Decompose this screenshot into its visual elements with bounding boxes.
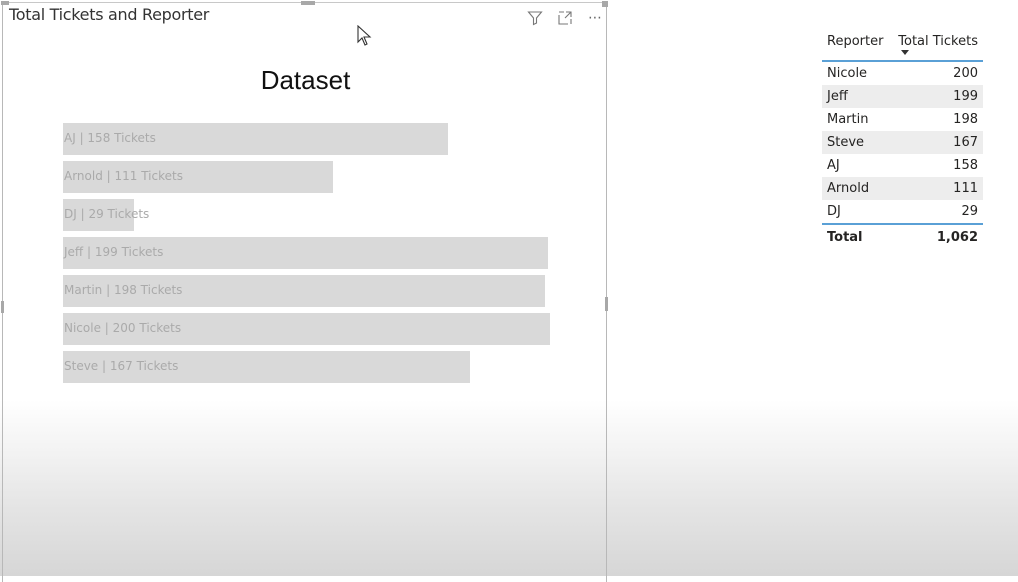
cell-total-tickets: 111 [953, 181, 978, 196]
column-header-total-tickets[interactable]: Total Tickets [898, 30, 983, 55]
resize-handle-top-left[interactable] [1, 1, 9, 5]
resize-handle-top-right[interactable] [602, 1, 608, 7]
cell-reporter: Jeff [827, 89, 848, 104]
table-row[interactable]: Martin 198 [822, 108, 983, 131]
table-row[interactable]: Steve 167 [822, 131, 983, 154]
bar-label: Martin | 198 Tickets [64, 283, 183, 297]
cell-total-tickets: 29 [961, 204, 978, 219]
bar-label: AJ | 158 Tickets [64, 131, 156, 145]
filter-icon[interactable] [526, 9, 544, 27]
bar-label: DJ | 29 Tickets [64, 207, 150, 221]
more-options-icon[interactable]: ⋯ [586, 9, 604, 27]
reporter-table[interactable]: Reporter Total Tickets Nicole 200 Jeff 199 M… [822, 30, 983, 249]
cell-total-tickets: 158 [953, 158, 978, 173]
cell-total-tickets: 200 [953, 66, 978, 81]
bar-label: Nicole | 200 Tickets [64, 321, 182, 335]
mouse-cursor-icon [357, 24, 373, 51]
table-row[interactable]: Nicole 200 [822, 62, 983, 85]
cell-reporter: Steve [827, 135, 865, 150]
cell-total-tickets: 199 [953, 89, 978, 104]
column-header-total-tickets-label: Total Tickets [898, 34, 978, 49]
cell-reporter: Nicole [827, 66, 868, 81]
table-body: Nicole 200 Jeff 199 Martin 198 Steve 167 AJ 158 Ar… [822, 62, 983, 223]
focus-mode-icon[interactable] [556, 9, 574, 27]
visual-header-icons: ⋯ [526, 9, 604, 27]
cell-reporter: AJ [827, 158, 840, 173]
table-header: Reporter Total Tickets [822, 30, 983, 62]
table-row[interactable]: AJ 158 [822, 154, 983, 177]
table-row[interactable]: Arnold 111 [822, 177, 983, 200]
resize-handle-left[interactable] [1, 301, 4, 313]
sort-descending-icon [901, 50, 910, 55]
table-row[interactable]: Jeff 199 [822, 85, 983, 108]
bar-label: Arnold | 111 Tickets [64, 169, 183, 183]
cell-total-tickets: 167 [953, 135, 978, 150]
column-header-reporter[interactable]: Reporter [822, 30, 883, 49]
cell-total-tickets: 198 [953, 112, 978, 127]
table-row[interactable]: DJ 29 [822, 200, 983, 223]
resize-handle-top[interactable] [301, 1, 315, 5]
total-label: Total [827, 229, 863, 245]
total-value: 1,062 [936, 229, 978, 245]
visual-title: Total Tickets and Reporter [9, 5, 210, 24]
resize-handle-right[interactable] [605, 297, 608, 311]
cell-reporter: DJ [827, 204, 841, 219]
chart-title: Dataset [260, 65, 351, 95]
bar-label: Steve | 167 Tickets [64, 359, 179, 373]
cell-reporter: Arnold [827, 181, 870, 196]
bar-chart-visual[interactable]: Total Tickets and Reporter ⋯ Dataset AJ … [1, 1, 608, 582]
table-total-row: Total 1,062 [822, 223, 983, 249]
bar-label: Jeff | 199 Tickets [64, 245, 164, 259]
cell-reporter: Martin [827, 112, 869, 127]
